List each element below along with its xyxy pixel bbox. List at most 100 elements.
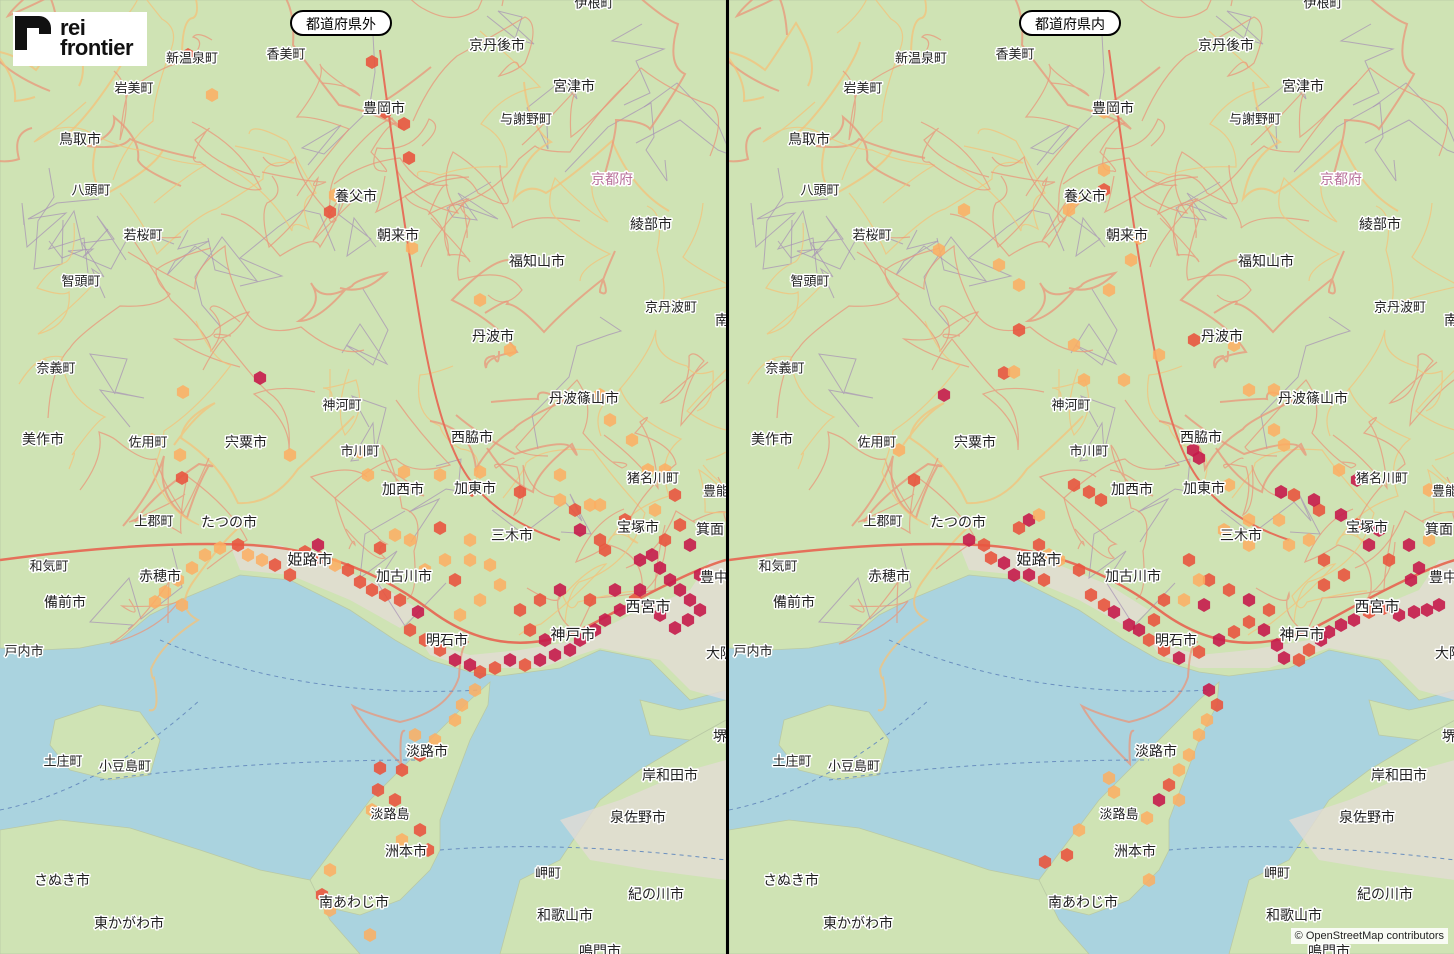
place-label: 加東市 [454,480,496,497]
map-attribution: © OpenStreetMap contributors [1290,928,1448,944]
place-label: 備前市 [773,594,815,611]
place-label: 加西市 [382,481,424,498]
place-label: 京丹後市 [1198,37,1254,54]
place-label: 岸和田市 [1371,767,1427,784]
place-label: 淡路市 [1135,743,1177,760]
map-panel-inside-prefecture[interactable]: 伊根町 新温泉町 香美町 京丹後市 岩美町 宮津市 豊岡市 与謝野町 鳥取市 京都府 八頭町 養父市綾… [729,0,1454,954]
place-label: 泉佐野市 [610,809,666,826]
place-label: 八頭町 [71,184,110,199]
place-label: 綾部市 [1359,216,1401,233]
place-label: 大阪 [706,646,726,662]
place-label: 東かがわ市 [823,915,893,932]
place-label: 三木市 [491,527,533,544]
place-label: 豊岡市 [363,100,405,117]
place-label: 猪名川町 [1356,471,1408,487]
place-label: 京丹波町 [645,301,697,316]
place-label: 岩美町 [843,82,882,97]
place-label: 豊能 [703,485,726,500]
place-label: 南 [715,313,726,329]
place-label: 朝来市 [377,227,419,244]
place-label: 宝塚市 [1346,519,1388,536]
place-label: 岬町 [1264,867,1290,882]
place-label: 小豆島町 [828,760,880,775]
logo-mark-icon [15,16,51,50]
place-label: 美作市 [22,431,64,448]
place-label: 智頭町 [790,275,829,290]
place-label: 南 [1444,313,1454,329]
place-label: 岬町 [535,867,561,882]
place-label: 若桜町 [852,228,891,244]
place-label: 戸内市 [733,644,772,660]
place-label: 西宮市 [625,598,670,616]
place-label: 朝来市 [1106,227,1148,244]
place-label: 与謝野町 [1229,113,1281,128]
place-label: 福知山市 [509,253,565,270]
place-label: 豊能 [1432,485,1454,500]
place-label: 与謝野町 [500,113,552,128]
place-label: 姫路市 [287,551,332,569]
place-label: 神河町 [322,399,361,414]
place-label: 加古川市 [1105,568,1161,585]
rei-frontier-logo: rei frontier [13,12,147,66]
place-label: 姫路市 [1016,551,1061,569]
place-label: 和歌山市 [1266,907,1322,924]
place-label: 宮津市 [553,78,595,95]
place-label: 赤穂市 [868,568,910,585]
place-label: 加西市 [1111,481,1153,498]
place-label: 土庄町 [43,754,82,770]
place-label: 三木市 [1220,527,1262,544]
place-label: 神河町 [1051,399,1090,414]
place-label: 加東市 [1183,480,1225,497]
place-label: 京丹波町 [1374,301,1426,316]
place-label: 丹波市 [472,328,514,345]
panel-title-left: 都道府県外 [290,10,392,36]
logo-wordmark: rei frontier [60,17,134,60]
place-label: 丹波篠山市 [549,390,619,407]
place-label: たつの市 [201,514,257,531]
place-label: 淡路市 [406,743,448,760]
place-label: 小豆島町 [99,760,151,775]
place-label: 奈義町 [765,361,804,377]
place-label: 岩美町 [114,82,153,97]
place-label: 南あわじ市 [1048,894,1118,911]
place-label: 京都府 [591,172,633,188]
place-label: 赤穂市 [139,568,181,585]
place-label: 奈義町 [36,361,75,377]
place-label: 和気町 [29,559,68,575]
place-label: 和歌山市 [537,907,593,924]
place-label: 明石市 [426,632,468,649]
place-label: 明石市 [1155,632,1197,649]
place-label: たつの市 [930,514,986,531]
place-label: 鳴門市 [1308,943,1350,954]
place-label: 伊根町 [1303,0,1342,12]
place-label: 宝塚市 [617,519,659,536]
place-label: 佐用町 [128,436,167,451]
place-label: 備前市 [44,594,86,611]
place-label: 京都府 [1320,172,1362,188]
place-label: 上郡町 [863,515,902,530]
logo-line-2: frontier [60,35,134,60]
place-label: 大阪 [1435,646,1454,662]
place-label: 養父市 [335,188,377,205]
place-label: 宮津市 [1282,78,1324,95]
place-label: 和気町 [758,559,797,575]
map-panel-outside-prefecture[interactable]: 伊根町 新温泉町 香美町 京丹後市 岩美町 宮津市 豊岡市 与謝野町 鳥取市 京都府 八頭町 養父市綾… [0,0,726,954]
place-label: 智頭町 [61,275,100,290]
place-label: 若桜町 [123,228,162,244]
place-label: 養父市 [1064,188,1106,205]
place-label: 市川町 [340,444,379,460]
place-label: 淡路島 [1099,807,1138,823]
place-label: 豊中 [700,570,726,586]
place-label: 泉佐野市 [1339,809,1395,826]
map-canvas-left[interactable]: 伊根町新温泉町 香美町 京丹後市岩美町 宮津市豊岡市与謝野町鳥取市京都府八頭町 養父市綾… [0,0,726,954]
place-label: 淡路島 [370,807,409,823]
place-label: 豊岡市 [1092,100,1134,117]
place-label: 東かがわ市 [94,915,164,932]
place-label: 福知山市 [1238,253,1294,270]
place-label: 香美町 [266,48,305,63]
place-label: 神戸市 [550,626,595,644]
place-label: 鳴門市 [579,943,621,954]
map-canvas-right[interactable]: 伊根町新温泉町 香美町 京丹後市岩美町 宮津市豊岡市与謝野町鳥取市京都府八頭町 養父市綾… [729,0,1454,954]
place-label: 鳥取市 [59,131,101,148]
place-label: さぬき市 [34,872,90,889]
